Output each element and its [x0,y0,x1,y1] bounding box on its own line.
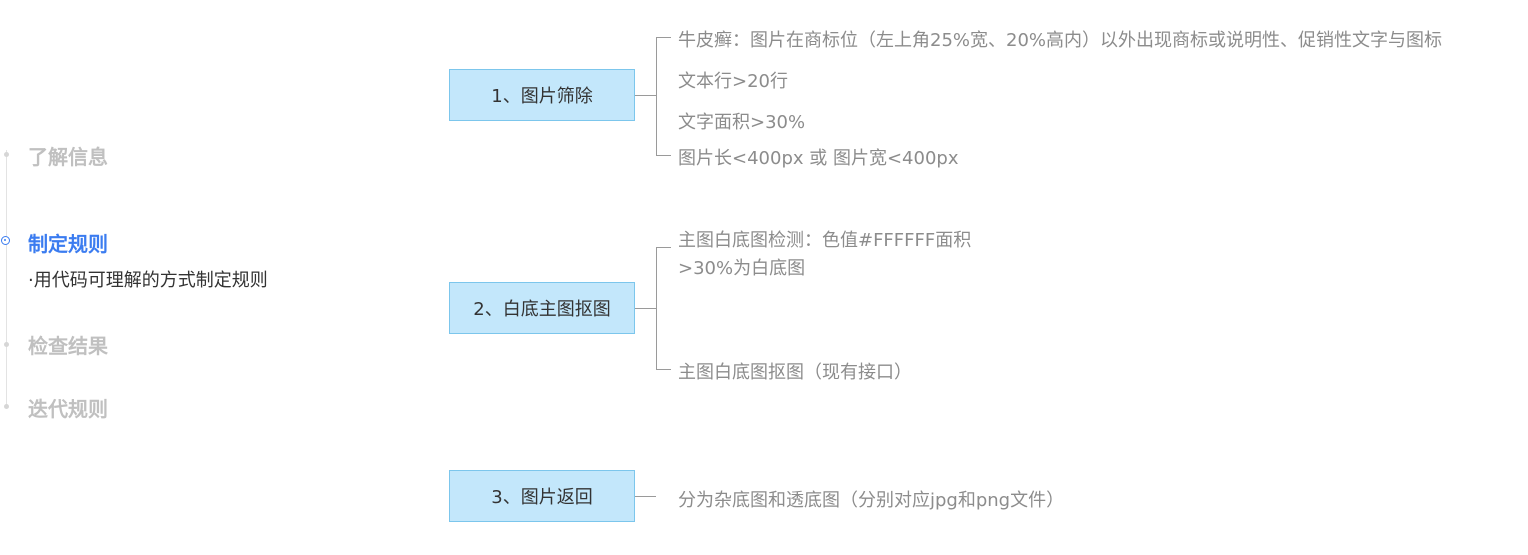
connector-line [656,247,671,370]
leaf-item: 文本行>20行 [678,71,788,92]
leaf-item: 分为杂底图和透底图（分别对应jpg和png文件） [678,490,1065,511]
leaf-item: 牛皮癣：图片在商标位（左上角25%宽、20%高内）以外出现商标或说明性、促销性文… [678,30,1443,51]
leaf-item: 主图白底图抠图（现有接口） [678,362,912,383]
connector-line [656,37,671,156]
node-white-bg-cutout[interactable]: 2、白底主图抠图 [449,282,635,334]
leaf-item: 文字面积>30% [678,112,806,133]
leaf-item: 图片长<400px 或 图片宽<400px [678,148,959,169]
node-image-filter[interactable]: 1、图片筛除 [449,69,635,121]
node-image-return[interactable]: 3、图片返回 [449,470,635,522]
leaf-item: 主图白底图检测：色值#FFFFFF面积>30%为白底图 [678,230,972,279]
